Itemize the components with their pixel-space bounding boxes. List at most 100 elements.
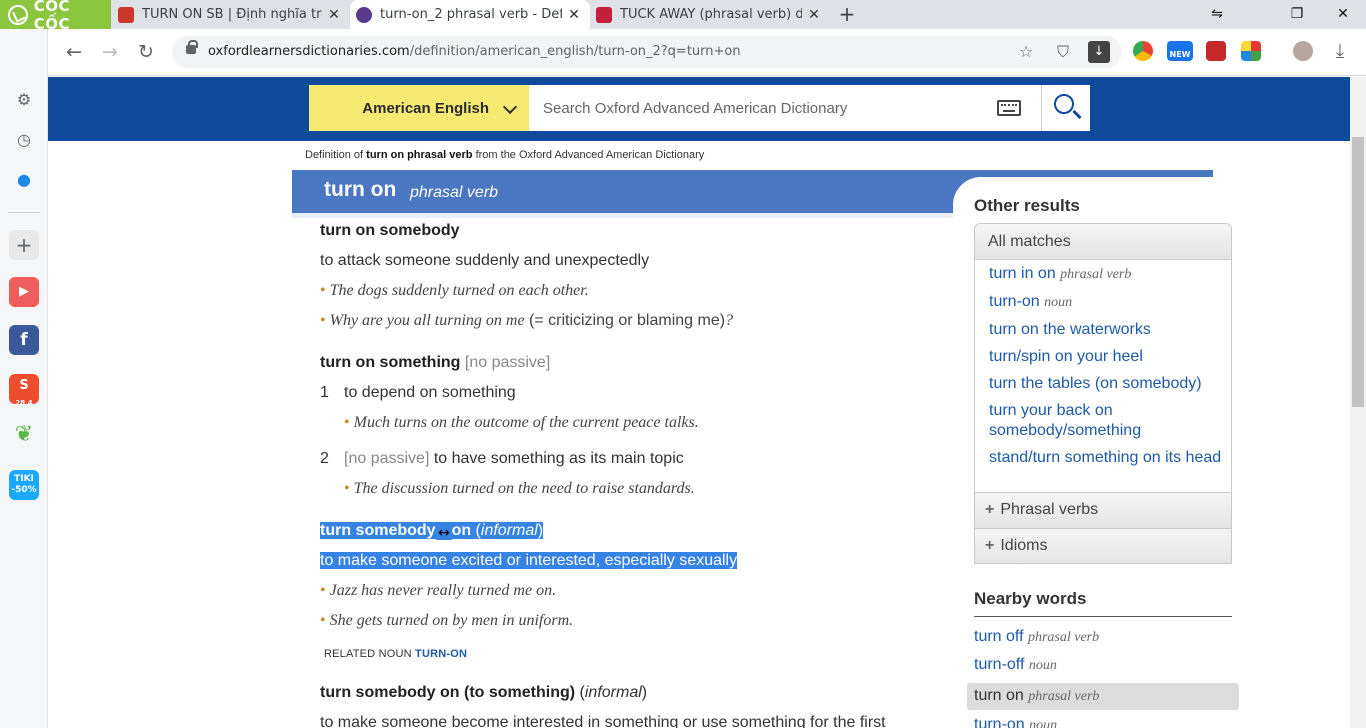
sense-2-2-definition: [no passive] to have something as its ma…	[344, 450, 684, 468]
accordion-label: Phrasal verbs	[1000, 501, 1099, 518]
facebook-icon[interactable]: f	[9, 325, 39, 355]
sense-3-phrase[interactable]: turn somebody on (informal)	[320, 522, 544, 540]
oxford-header: American English	[48, 77, 1350, 141]
close-tab-icon[interactable]: ✕	[566, 7, 582, 23]
nearby-text: turn-off	[974, 656, 1025, 673]
example-text: Jazz has never really turned me on.	[329, 582, 557, 599]
nearby-words-title: Nearby words	[974, 589, 1087, 608]
back-button[interactable]: ←	[61, 39, 87, 65]
tab-tuck-away[interactable]: TUCK AWAY (phrasal verb) de ✕	[590, 0, 830, 29]
bookmark-star-icon[interactable]: ☆	[1015, 41, 1037, 63]
phrasal-verb: turn somebody on (to something)	[320, 684, 576, 701]
match-link[interactable]: stand/turn something on its head	[989, 448, 1225, 468]
close-window-button[interactable]: ✕	[1321, 0, 1365, 29]
downloads-icon[interactable]: ⤓	[1327, 38, 1353, 64]
forward-button[interactable]: →	[97, 39, 123, 65]
source-term: turn on phrasal verb	[366, 149, 473, 161]
match-link[interactable]: turn the tables (on somebody)	[989, 374, 1225, 394]
nearby-text: turn off	[974, 628, 1024, 645]
shield-icon[interactable]: ⛉	[1052, 41, 1074, 63]
all-matches-panel: All matches turn in on phrasal verb turn…	[974, 223, 1232, 564]
match-link[interactable]: turn/spin on your heel	[989, 347, 1225, 367]
tiki-icon[interactable]: TIKI -50%	[9, 470, 39, 500]
browser-brand: CỐC CỐC	[33, 0, 71, 33]
close-tab-icon[interactable]: ✕	[326, 7, 342, 23]
selected-phrase-part: on	[451, 522, 472, 539]
idioms-accordion[interactable]: + Idioms	[975, 528, 1231, 563]
settings-gear-icon[interactable]: ⚙	[9, 85, 39, 115]
related-link[interactable]: TURN-ON	[415, 648, 467, 660]
related-label: RELATED NOUN	[324, 648, 412, 660]
tab-turn-on-2-active[interactable]: turn-on_2 phrasal verb - Defi ✕	[350, 0, 590, 29]
browser-toolbar: ▣ ← → ↻ oxfordlearnersdictionaries.com/d…	[0, 29, 1366, 76]
match-link[interactable]: turn your back on somebody/something	[989, 401, 1225, 441]
minimize-button[interactable]: ⇋	[1195, 0, 1239, 29]
reload-button[interactable]: ↻	[133, 39, 159, 65]
tab-title: TUCK AWAY (phrasal verb) de	[620, 7, 802, 22]
coccoc-menu-button[interactable]: CỐC CỐC	[0, 0, 111, 33]
scrollbar-thumb[interactable]	[1352, 137, 1364, 407]
url-text[interactable]: oxfordlearnersdictionaries.com/definitio…	[208, 44, 741, 59]
tab-turn-on-sb[interactable]: TURN ON SB | Định nghĩa tro ✕	[112, 0, 350, 29]
nearby-word-link[interactable]: turn off phrasal verb	[974, 628, 1099, 646]
oxford-favicon-icon	[356, 6, 372, 23]
register-label: informal	[480, 522, 538, 539]
address-bar[interactable]: oxfordlearnersdictionaries.com/definitio…	[172, 36, 1122, 68]
dictionary-selector[interactable]: American English	[309, 85, 529, 131]
related-noun: RELATED NOUN TURN-ON	[324, 648, 467, 660]
shopee-icon[interactable]: S 28.4	[9, 374, 39, 407]
sense-number: 1	[320, 384, 329, 401]
match-link[interactable]: turn on the waterworks	[989, 320, 1225, 340]
lock-icon	[186, 40, 198, 54]
tab-title: TURN ON SB | Định nghĩa tro	[142, 7, 322, 22]
text-cursor-icon: ↔	[438, 525, 450, 541]
history-icon[interactable]: ◷	[9, 125, 39, 155]
nearby-word-current[interactable]: turn on phrasal verb	[974, 687, 1099, 705]
youtube-icon[interactable]: ▶	[9, 277, 39, 307]
nearby-pos: noun	[1028, 658, 1057, 673]
match-pos: phrasal verb	[1060, 267, 1132, 282]
profile-avatar-icon[interactable]	[1293, 41, 1313, 61]
keyboard-icon[interactable]	[997, 100, 1021, 116]
sense-number: 2	[320, 450, 329, 467]
example-text: Much turns on the outcome of the current…	[353, 414, 699, 431]
dictionary-favicon-icon	[596, 6, 612, 23]
banner-underline	[292, 213, 953, 218]
red-extension-icon[interactable]	[1206, 41, 1226, 61]
tab-strip: CỐC CỐC TURN ON SB | Định nghĩa tro ✕ tu…	[0, 0, 1366, 33]
color-extension-icon[interactable]	[1241, 41, 1261, 61]
sense-4-definition: to make someone become interested in som…	[320, 714, 886, 728]
sense-1-phrase: turn on somebody	[320, 222, 460, 240]
match-link[interactable]: turn-on noun	[989, 292, 1225, 313]
plus-icon: +	[985, 501, 995, 518]
nearby-word-link[interactable]: turn-off noun	[974, 656, 1057, 674]
chrome-extension-icon[interactable]	[1133, 41, 1153, 61]
search-icon	[1054, 94, 1074, 114]
leaf-icon[interactable]: ❦	[9, 420, 39, 450]
example-gloss: (= criticizing or blaming me)	[524, 312, 726, 329]
example-text: Why are you all turning on me	[329, 312, 525, 329]
search-input[interactable]	[529, 85, 969, 131]
phrasal-verbs-accordion[interactable]: + Phrasal verbs	[975, 492, 1231, 528]
definition-text: to have something as its main topic	[433, 450, 684, 467]
page-scrollbar[interactable]	[1350, 77, 1366, 728]
close-tab-icon[interactable]: ✕	[806, 7, 822, 23]
new-tab-button[interactable]: +	[836, 3, 858, 25]
add-app-button[interactable]: +	[9, 230, 39, 260]
restore-button[interactable]: ❐	[1275, 0, 1319, 29]
plus-icon: +	[985, 537, 995, 554]
messenger-icon[interactable]: ●	[9, 165, 39, 195]
new-extension-icon[interactable]: NEW	[1167, 41, 1193, 61]
example: • The dogs suddenly turned on each other.	[320, 282, 589, 299]
sense-3-definition[interactable]: to make someone excited or interested, e…	[320, 552, 738, 570]
web-page: American English Definition of turn on p…	[48, 77, 1350, 728]
match-link[interactable]: turn in on phrasal verb	[989, 264, 1225, 285]
nearby-word-link[interactable]: turn-on noun	[974, 716, 1057, 728]
other-results-title: Other results	[974, 196, 1080, 215]
sense-2-phrase: turn on something [no passive]	[320, 354, 550, 372]
download-page-icon[interactable]: ↓	[1088, 41, 1110, 63]
all-matches-header[interactable]: All matches	[975, 224, 1231, 260]
selected-definition: to make someone excited or interested, e…	[320, 552, 738, 569]
search-button[interactable]	[1041, 85, 1090, 131]
source-suffix: from the Oxford Advanced American Dictio…	[475, 149, 705, 161]
